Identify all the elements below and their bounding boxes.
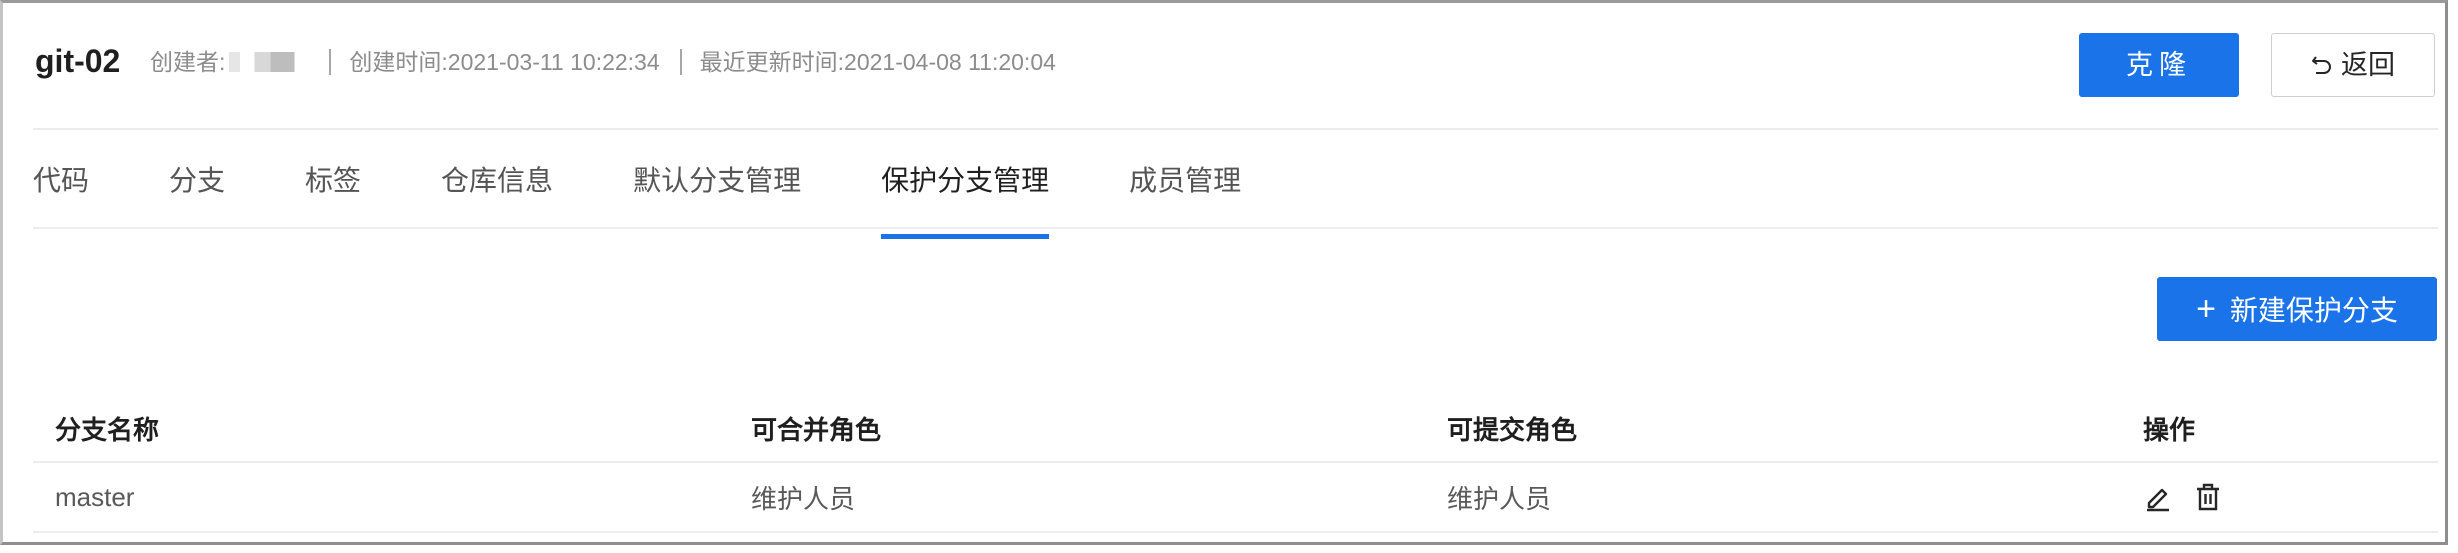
column-header-actions: 操作 xyxy=(2143,414,2196,445)
tab-code[interactable]: 代码 xyxy=(33,153,89,227)
repo-name: git-02 xyxy=(35,43,121,79)
back-button[interactable]: 返回 xyxy=(2271,33,2435,97)
new-protected-branch-label: 新建保护分支 xyxy=(2229,295,2398,326)
push-role-cell: 维护人员 xyxy=(1447,483,1552,514)
repo-meta: 创建者: 创建时间:2021-03-11 10:22:34 最近更新时间:202… xyxy=(150,45,1056,79)
updated-time: 最近更新时间:2021-04-08 11:20:04 xyxy=(699,49,1056,75)
creator-label: 创建者: xyxy=(150,49,226,75)
tabs-divider xyxy=(33,227,2438,229)
meta-separator xyxy=(329,49,332,75)
creator-name-redacted xyxy=(229,52,310,72)
tab-repo-info[interactable]: 仓库信息 xyxy=(441,153,553,227)
column-header-branch-name: 分支名称 xyxy=(55,414,160,445)
pencil-icon[interactable] xyxy=(2143,482,2173,512)
branch-name-cell: master xyxy=(55,481,135,512)
trash-icon[interactable] xyxy=(2193,482,2223,512)
undo-arrow-icon xyxy=(2311,54,2333,76)
new-protected-branch-button[interactable]: + 新建保护分支 xyxy=(2157,277,2437,341)
column-header-merge-role: 可合并角色 xyxy=(751,414,882,445)
tab-members[interactable]: 成员管理 xyxy=(1129,153,1241,227)
protected-branch-table: 分支名称 可合并角色 可提交角色 操作 master 维护人员 维护人员 xyxy=(33,395,2438,533)
tab-tags[interactable]: 标签 xyxy=(305,153,361,227)
tab-branches[interactable]: 分支 xyxy=(169,153,225,227)
header-divider xyxy=(33,128,2438,130)
plus-icon: + xyxy=(2196,290,2216,328)
repo-tabs: 代码 分支 标签 仓库信息 默认分支管理 保护分支管理 成员管理 xyxy=(33,153,1321,239)
tab-protected-branches[interactable]: 保护分支管理 xyxy=(881,153,1050,239)
merge-role-cell: 维护人员 xyxy=(751,483,856,514)
tab-default-branch[interactable]: 默认分支管理 xyxy=(633,153,801,227)
column-header-push-role: 可提交角色 xyxy=(1447,414,1578,445)
actions-cell xyxy=(2143,463,2223,531)
clone-button[interactable]: 克隆 xyxy=(2079,33,2239,97)
table-row: master 维护人员 维护人员 xyxy=(33,463,2438,533)
back-label: 返回 xyxy=(2341,50,2395,80)
table-header-row: 分支名称 可合并角色 可提交角色 操作 xyxy=(33,395,2438,463)
window-frame: git-02 创建者: 创建时间:2021-03-11 10:22:34 最近更… xyxy=(0,0,2448,545)
meta-separator xyxy=(679,49,682,75)
repo-header: git-02 创建者: 创建时间:2021-03-11 10:22:34 最近更… xyxy=(33,29,2438,129)
created-time: 创建时间:2021-03-11 10:22:34 xyxy=(349,49,660,75)
